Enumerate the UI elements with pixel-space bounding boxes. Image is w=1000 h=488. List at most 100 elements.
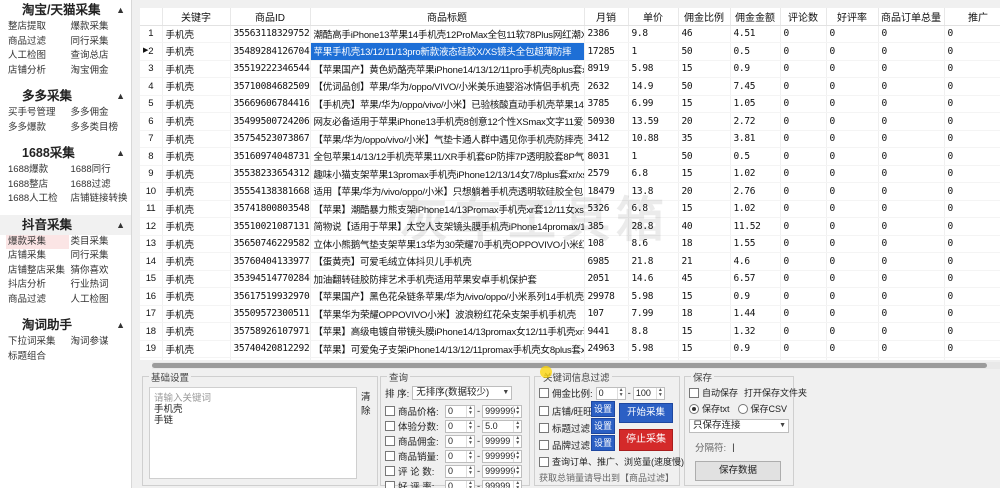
table-row[interactable]: 10 手机壳3555413838166830467适用【苹果/华为/vivo/op… [140, 182, 1000, 201]
filter-min-input[interactable]: 0 ▲ ▼ [445, 479, 475, 488]
sidebar-item[interactable]: 标题组合 [6, 350, 69, 365]
save-data-button[interactable]: 保存数据 [695, 461, 781, 481]
sidebar-item[interactable]: 商品过滤 [6, 35, 69, 50]
column-header[interactable] [140, 8, 163, 26]
column-header[interactable]: 月销 [584, 8, 629, 26]
filter-checkbox[interactable] [385, 436, 395, 446]
sidebar-item[interactable]: 多多佣金 [69, 106, 132, 121]
column-header[interactable]: 关键字 [162, 8, 231, 26]
filter-checkbox[interactable] [385, 466, 395, 476]
sidebar-section-title[interactable]: 淘宝/天猫采集 ▲ [0, 0, 131, 20]
sidebar-item[interactable]: 1688整店 [6, 178, 69, 193]
filter-max-input[interactable]: 999999 ▲ ▼ [482, 464, 523, 478]
filter-max-input[interactable]: 999999 ▲ ▼ [482, 449, 523, 463]
separator-value[interactable]: | [732, 442, 734, 453]
sidebar-item[interactable]: 店铺整店采集 [6, 264, 69, 279]
save-txt-radio[interactable] [689, 403, 699, 414]
title-filter-checkbox[interactable] [539, 423, 549, 433]
sidebar-item[interactable]: 店铺分析 [6, 64, 69, 79]
table-row[interactable]: 5 手机壳3566960678441682785【手机壳】苹果/华为/oppo/v… [140, 95, 1000, 113]
store-filter-set-button[interactable]: 设置 [591, 401, 615, 417]
sort-select[interactable]: 无排序(数据较少) ▼ [412, 386, 513, 400]
table-row[interactable]: 18 手机壳3575892610797143360【苹果】高级电镀自带镜头膜iPh… [140, 322, 1000, 341]
table-row[interactable]: 9 手机壳3553823365431228274趣味小猫支架苹果13promax手… [140, 165, 1000, 183]
chevron-up-icon[interactable]: ▲ [116, 0, 125, 20]
table-row[interactable]: 17 手机壳3550957230051100244【苹果华为荣耀OPPOVIVO小… [140, 305, 1000, 323]
stop-collect-button[interactable]: 停止采集 [619, 429, 673, 451]
table-row[interactable]: 4 手机壳3571008468250924558【优词品创】苹果/华为/oppo/… [140, 77, 1000, 96]
table-row[interactable]: 16 手机壳3561751993297043425【苹果国产】黑色花朵链条苹果/华… [140, 287, 1000, 306]
sidebar-item[interactable]: 爆款采集 [6, 234, 69, 249]
brand-filter-set-button[interactable]: 设置 [591, 435, 615, 451]
sidebar-item[interactable]: 多多类目榜 [69, 121, 132, 136]
chevron-up-icon[interactable]: ▲ [116, 315, 125, 335]
filter-min-input[interactable]: 0 ▲ ▼ [445, 449, 475, 463]
table-row[interactable]: 12 手机壳3551002108713158477简物说【适用于苹果】太空人支架镜… [140, 217, 1000, 236]
filter-max-input[interactable]: 99999 ▲ ▼ [482, 479, 523, 488]
column-header[interactable]: 商品标题 [310, 8, 585, 26]
commission-checkbox[interactable] [539, 388, 549, 398]
sidebar-item[interactable]: 店铺采集 [6, 249, 69, 264]
title-filter-set-button[interactable]: 设置 [591, 418, 615, 434]
sidebar-item[interactable]: 店铺链接转换 [69, 192, 132, 207]
filter-min-input[interactable]: 0 ▲ ▼ [445, 419, 475, 433]
brand-filter-checkbox[interactable] [539, 440, 549, 450]
sidebar-item[interactable]: 1688爆款 [6, 163, 69, 178]
sidebar-item[interactable]: 多多爆款 [6, 121, 69, 136]
column-header[interactable]: 单价 [628, 8, 679, 26]
filter-max-input[interactable]: 999999 ▲ ▼ [482, 404, 523, 418]
column-header[interactable]: 推广 [944, 8, 1000, 26]
table-row[interactable]: 15 手机壳3539451477028400964加油翻转硅胶防摔艺术手机壳适用苹… [140, 270, 1000, 288]
sidebar-item[interactable]: 1688过滤 [69, 178, 132, 193]
filter-checkbox[interactable] [385, 481, 395, 488]
sidebar-section-title[interactable]: 抖音采集 ▲ [0, 214, 131, 235]
auto-save-checkbox[interactable] [689, 387, 699, 398]
sidebar-item[interactable]: 猜你喜欢 [69, 264, 132, 279]
store-filter-checkbox[interactable] [539, 406, 549, 416]
sidebar-item[interactable]: 人工检图 [69, 293, 132, 308]
table-row[interactable]: 1 手机壳3556311832975271483潮酷高手iPhone13苹果14手… [140, 25, 1000, 43]
table-row[interactable]: 14 手机壳3576040413397710072【蛋黄壳】可爱毛绒立体抖贝儿手机… [140, 252, 1000, 271]
sidebar-item[interactable]: 商品过滤 [6, 293, 69, 308]
chevron-up-icon[interactable]: ▲ [116, 86, 125, 106]
sidebar-item[interactable]: 抖店分析 [6, 278, 69, 293]
column-header[interactable]: 佣金比例 [678, 8, 731, 26]
filter-min-input[interactable]: 0 ▲ ▼ [445, 404, 475, 418]
sidebar-item[interactable]: 同行采集 [69, 249, 132, 264]
table-row[interactable]: 8 手机壳3516097404873148250全包苹果14/13/12手机壳苹果… [140, 147, 1000, 166]
table-row[interactable]: 13 手机壳3565074622958287777立体小熊鹅气垫支架苹果13华为3… [140, 235, 1000, 253]
table-row[interactable]: 19 手机壳3574042081229291653【苹果】可爱兔子支架iPhone… [140, 340, 1000, 358]
filter-max-input[interactable]: 99999 ▲ ▼ [482, 434, 523, 448]
table-row[interactable]: 11 手机壳3574180080354883849【苹果】潮酷暴力熊支架iPhon… [140, 200, 1000, 218]
filter-checkbox[interactable] [385, 406, 395, 416]
column-header[interactable]: 商品ID [230, 8, 311, 26]
sidebar-item[interactable]: 爆款采集 [69, 20, 132, 35]
horizontal-scrollbar[interactable] [152, 362, 1000, 369]
column-header[interactable]: 佣金金额 [730, 8, 781, 26]
table-row[interactable]: 7 手机壳3575452307386759956【苹果/华为/oppo/vivo/… [140, 130, 1000, 148]
filter-checkbox[interactable] [385, 421, 395, 431]
commission-min-input[interactable]: 0 ▲ ▼ [595, 386, 626, 400]
save-csv-radio[interactable] [737, 403, 748, 414]
filter-max-input[interactable]: 5.0 ▲ ▼ [482, 419, 523, 433]
sidebar-item[interactable]: 淘词参谋 [69, 335, 132, 350]
keyword-textarea[interactable]: 请输入关键词 手机壳 手链 [149, 387, 357, 479]
filter-checkbox[interactable] [385, 451, 395, 461]
sidebar-item[interactable]: 1688同行 [69, 163, 132, 178]
column-header[interactable]: 商品订单总量 [878, 8, 945, 26]
sidebar-item[interactable]: 行业热词 [69, 278, 132, 293]
sidebar-section-title[interactable]: 多多采集 ▲ [0, 86, 131, 106]
sidebar-item[interactable]: 整店提取 [6, 20, 69, 35]
filter-min-input[interactable]: 0 ▲ ▼ [445, 434, 475, 448]
open-folder-button[interactable]: 打开保存文件夹 [744, 386, 807, 399]
sidebar-item[interactable]: 类目采集 [69, 235, 132, 250]
sidebar-item[interactable]: 买手号管理 [6, 106, 69, 121]
scrollbar-thumb[interactable] [152, 363, 987, 368]
sidebar-section-title[interactable]: 1688采集 ▲ [0, 143, 131, 163]
extra-option-checkbox[interactable] [539, 456, 549, 467]
chevron-up-icon[interactable]: ▲ [116, 215, 125, 235]
sidebar-item[interactable]: 淘宝佣金 [69, 64, 132, 79]
sidebar-item[interactable]: 下拉词采集 [6, 335, 69, 350]
table-row[interactable]: ▶2手机壳3548928412670419767苹果手机壳13/12/11/13… [140, 42, 1000, 61]
table-row[interactable]: 6 手机壳3549950072420607951网友必备适用于苹果iPhone13… [140, 112, 1000, 131]
